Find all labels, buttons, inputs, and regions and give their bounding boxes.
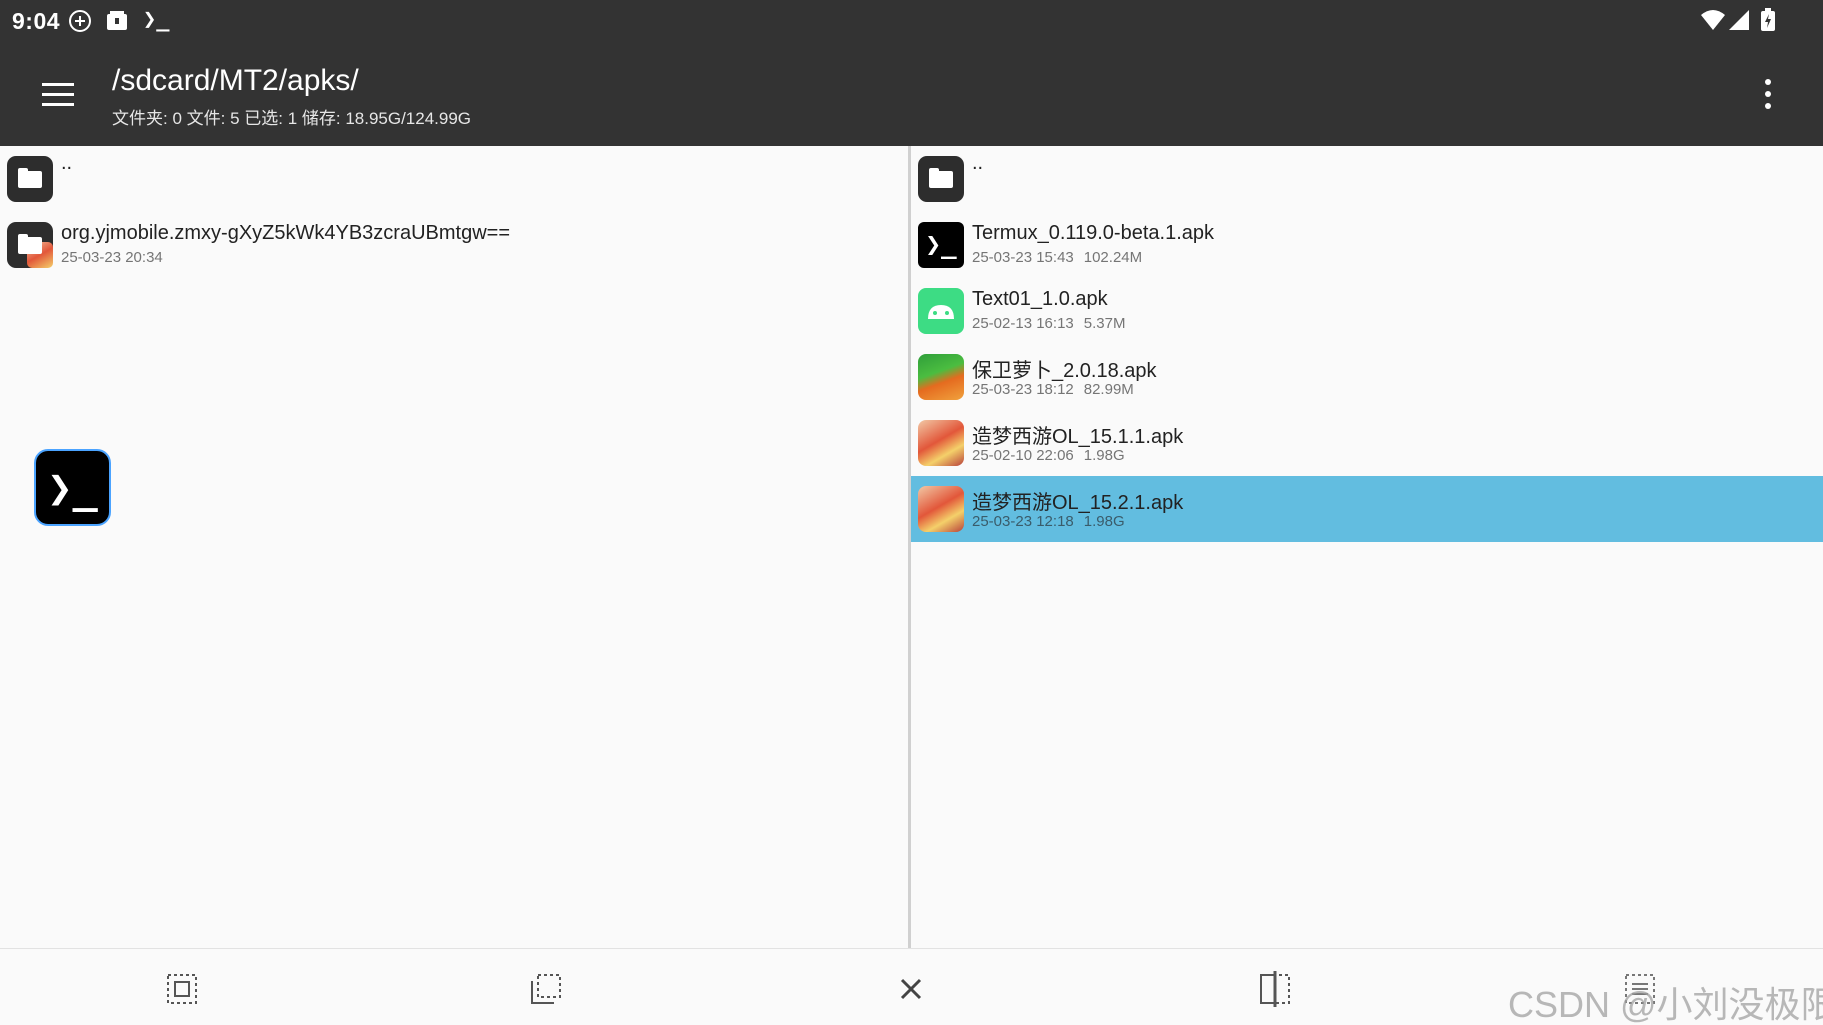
status-time: 9:04	[12, 8, 61, 34]
file-size: 102.24M	[1083, 249, 1143, 266]
parent-directory-label: ..	[972, 152, 984, 174]
close-icon[interactable]	[891, 969, 931, 1009]
signal-icon	[1728, 9, 1750, 36]
file-name: Termux_0.119.0-beta.1.apk	[972, 222, 1215, 244]
file-name: Text01_1.0.apk	[972, 288, 1108, 310]
file-date: 25-02-13 16:13	[972, 315, 1074, 332]
file-meta: 25-03-23 18:12 82.99M	[972, 381, 1134, 398]
file-size: 1.98G	[1083, 447, 1125, 464]
box-icon	[106, 10, 128, 37]
status-bar: 9:04 ❯_	[0, 0, 1823, 42]
page-title: /sdcard/MT2/apks/	[112, 64, 359, 97]
list-item[interactable]: ❯_ Termux_0.119.0-beta.1.apk 25-03-23 15…	[911, 212, 1823, 278]
select-range-icon[interactable]	[526, 969, 566, 1009]
folder-icon	[918, 156, 964, 202]
file-date: 25-03-23 15:43	[972, 249, 1074, 266]
menu-icon[interactable]	[36, 72, 80, 116]
file-meta: 25-02-10 22:06 1.98G	[972, 447, 1125, 464]
termux-floating-icon[interactable]: ❯_	[34, 449, 111, 526]
split-view-icon[interactable]	[1255, 969, 1295, 1009]
left-file-pane[interactable]: .. org.yjmobile.zmxy-gXyZ5kWk4YB3zcraUBm…	[0, 146, 908, 948]
parent-directory-item[interactable]: ..	[0, 146, 908, 212]
game-app-icon	[918, 420, 964, 466]
wifi-icon	[1700, 9, 1726, 36]
selected-list-item[interactable]: 造梦西游OL_15.2.1.apk 25-03-23 12:18 1.98G	[911, 476, 1823, 542]
list-item[interactable]: org.yjmobile.zmxy-gXyZ5kWk4YB3zcraUBmtgw…	[0, 212, 908, 278]
bottom-toolbar: CSDN @小刘没极限	[0, 948, 1823, 1025]
list-item[interactable]: 造梦西游OL_15.1.1.apk 25-02-10 22:06 1.98G	[911, 410, 1823, 476]
file-meta: 25-03-23 12:18 1.98G	[972, 513, 1125, 530]
file-date: 25-03-23 20:34	[61, 249, 163, 266]
select-all-icon[interactable]	[162, 969, 202, 1009]
file-name: 造梦西游OL_15.1.1.apk	[972, 426, 1184, 448]
app-bar: /sdcard/MT2/apks/ 文件夹: 0 文件: 5 已选: 1 储存:…	[0, 42, 1823, 146]
file-name: 保卫萝卜_2.0.18.apk	[972, 360, 1157, 382]
terminal-icon: ❯_	[143, 7, 170, 32]
parent-directory-label: ..	[61, 152, 73, 174]
file-date: 25-03-23 12:18	[972, 513, 1074, 530]
file-meta: 25-02-13 16:13 5.37M	[972, 315, 1125, 332]
list-item[interactable]: Text01_1.0.apk 25-02-13 16:13 5.37M	[911, 278, 1823, 344]
file-size: 5.37M	[1083, 315, 1126, 332]
file-size: 82.99M	[1083, 381, 1134, 398]
file-meta: 25-03-23 15:43 102.24M	[972, 249, 1142, 266]
carrot-game-icon	[918, 354, 964, 400]
file-size: 1.98G	[1083, 513, 1125, 530]
game-app-icon	[918, 486, 964, 532]
file-name: 造梦西游OL_15.2.1.apk	[972, 492, 1184, 514]
right-file-pane[interactable]: .. ❯_ Termux_0.119.0-beta.1.apk 25-03-23…	[911, 146, 1823, 948]
watermark: CSDN @小刘没极限	[1508, 984, 1823, 1025]
game-app-badge-icon	[27, 242, 53, 268]
gamepad-icon	[68, 9, 92, 38]
folder-icon	[7, 156, 53, 202]
android-app-icon	[918, 288, 964, 334]
terminal-app-icon: ❯_	[918, 222, 964, 268]
file-date: 25-03-23 18:12	[972, 381, 1074, 398]
storage-summary: 文件夹: 0 文件: 5 已选: 1 储存: 18.95G/124.99G	[112, 109, 472, 128]
list-item[interactable]: 保卫萝卜_2.0.18.apk 25-03-23 18:12 82.99M	[911, 344, 1823, 410]
parent-directory-item[interactable]: ..	[911, 146, 1823, 212]
file-date: 25-02-10 22:06	[972, 447, 1074, 464]
battery-icon	[1760, 8, 1776, 37]
more-options-icon[interactable]	[1756, 72, 1780, 116]
file-name: org.yjmobile.zmxy-gXyZ5kWk4YB3zcraUBmtgw…	[61, 222, 511, 244]
folder-icon	[7, 222, 53, 268]
